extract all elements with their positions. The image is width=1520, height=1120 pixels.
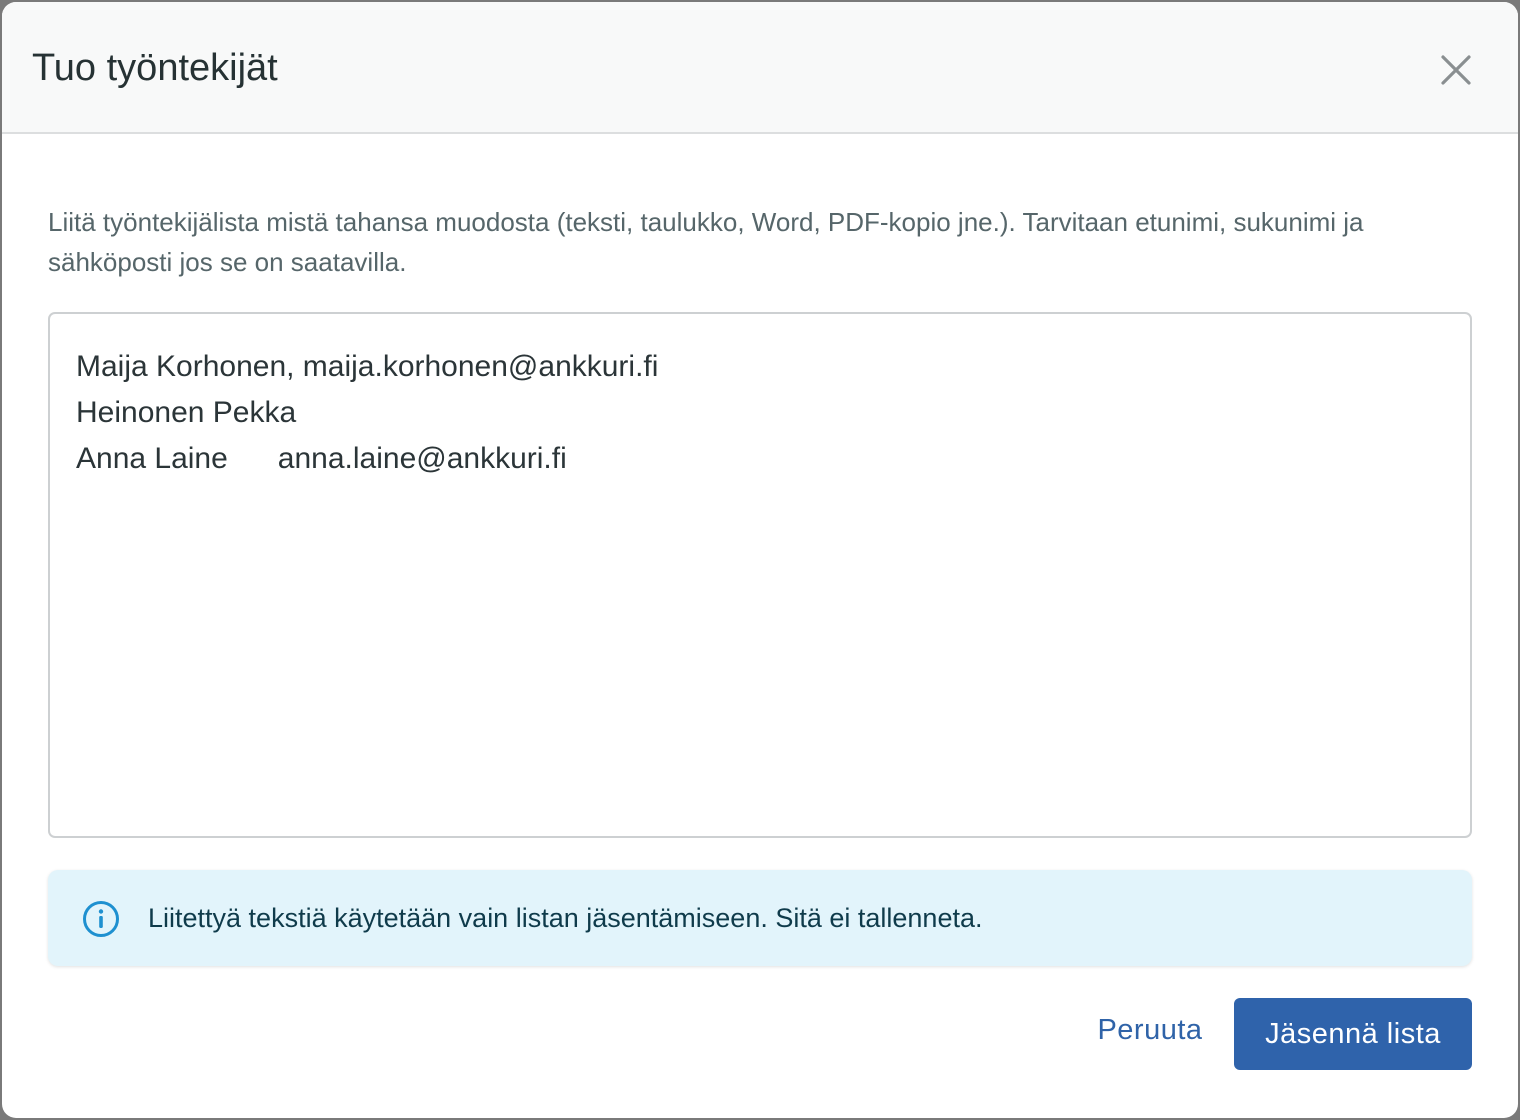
parse-list-button[interactable]: Jäsennä lista bbox=[1234, 998, 1472, 1070]
dialog-title: Tuo työntekijät bbox=[32, 47, 278, 89]
cancel-button[interactable]: Peruuta bbox=[1080, 994, 1220, 1066]
close-icon bbox=[1441, 55, 1471, 85]
pasted-line: Heinonen Pekka bbox=[76, 396, 297, 429]
info-text: Liitettyä tekstiä käytetään vain listan … bbox=[148, 903, 983, 933]
import-employees-dialog: Tuo työntekijät Liitä työntekijälista mi… bbox=[2, 2, 1518, 1118]
instructions-text: Liitä työntekijälista mistä tahansa muod… bbox=[48, 207, 1364, 277]
pasted-line: Anna Laine anna.laine@ankkuri.fi bbox=[76, 442, 567, 475]
paste-textarea[interactable]: Maija Korhonen, maija.korhonen@ankkuri.f… bbox=[48, 312, 1472, 838]
close-button[interactable] bbox=[1438, 52, 1474, 88]
info-notice: Liitettyä tekstiä käytetään vain listan … bbox=[48, 870, 1472, 966]
info-icon bbox=[83, 901, 119, 937]
pasted-line: Maija Korhonen, maija.korhonen@ankkuri.f… bbox=[76, 350, 659, 383]
dialog-header: Tuo työntekijät bbox=[2, 2, 1518, 134]
